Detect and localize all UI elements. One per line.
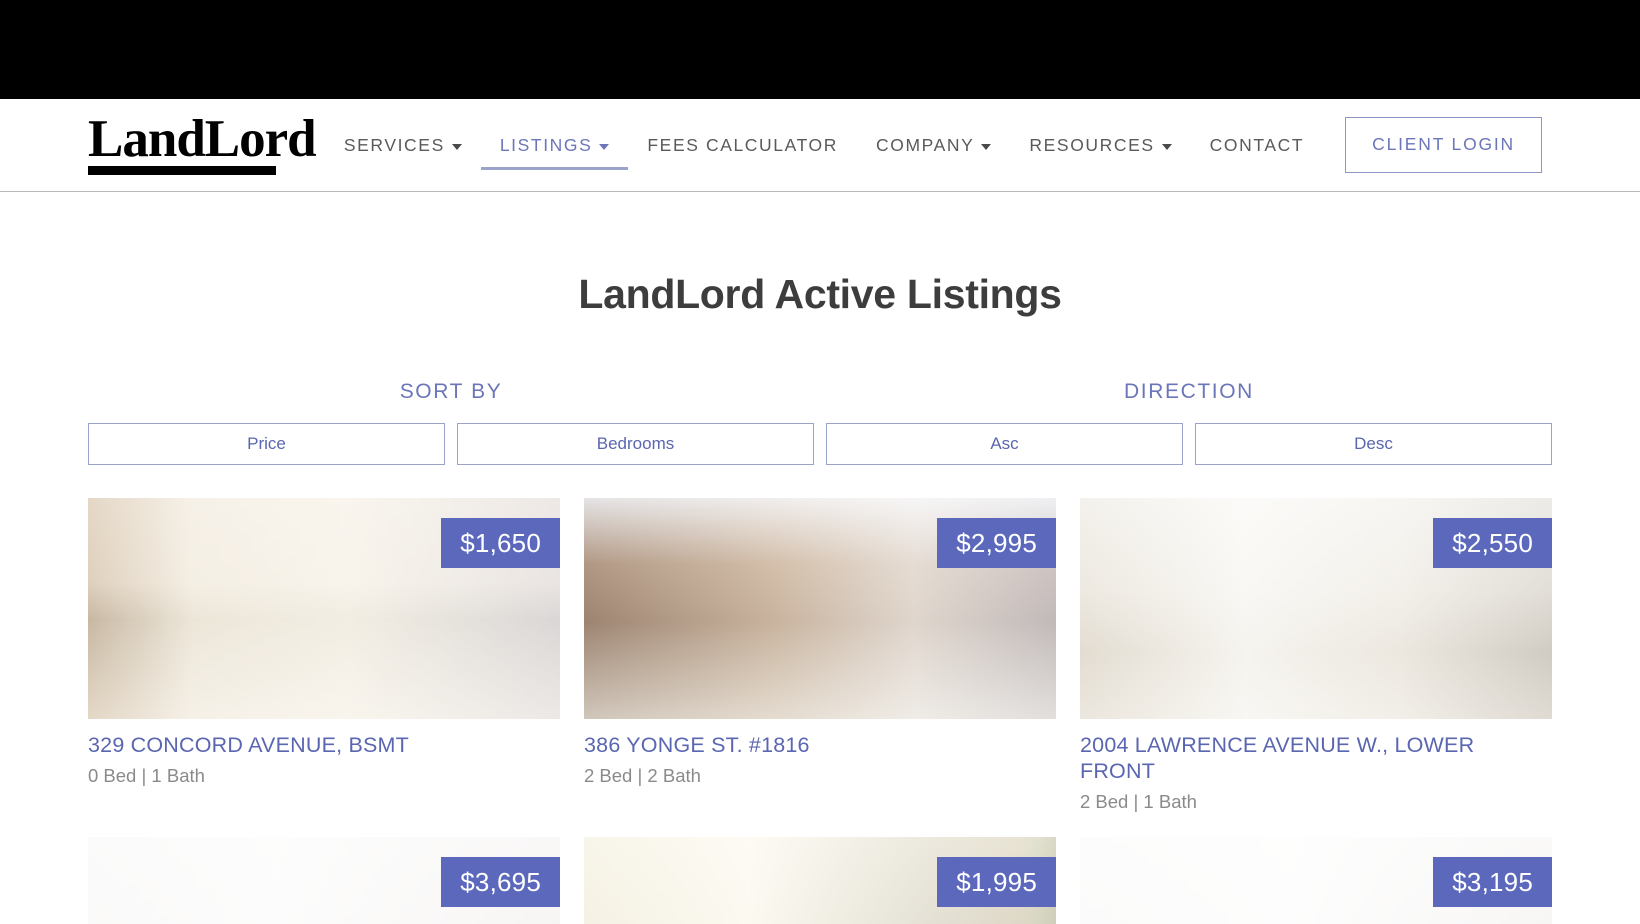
listing-title[interactable]: 329 CONCORD AVENUE, BSMT xyxy=(88,732,560,758)
chevron-down-icon xyxy=(981,143,992,150)
listing-card[interactable]: $2,550 2004 LAWRENCE AVENUE W., LOWER FR… xyxy=(1080,498,1552,813)
nav-item-resources[interactable]: RESOURCES xyxy=(1010,99,1190,192)
price-badge: $3,195 xyxy=(1433,857,1552,908)
nav-label-fees-calculator: FEES CALCULATOR xyxy=(647,134,839,155)
listing-title[interactable]: 386 YONGE ST. #1816 xyxy=(584,732,1056,758)
price-badge: $2,995 xyxy=(937,518,1056,568)
listings-grid: $1,650 329 CONCORD AVENUE, BSMT 0 Bed | … xyxy=(0,498,1640,924)
nav-item-listings[interactable]: LISTINGS xyxy=(480,99,629,192)
nav-label-contact: CONTACT xyxy=(1209,134,1305,155)
price-badge: $1,650 xyxy=(441,518,560,568)
direction-group: DIRECTION Asc Desc xyxy=(826,380,1552,465)
sort-by-group: SORT BY Price Bedrooms xyxy=(88,380,814,465)
price-badge: $2,550 xyxy=(1433,518,1552,568)
nav-item-company[interactable]: COMPANY xyxy=(857,99,1010,192)
listing-beds-baths: 2 Bed | 2 Bath xyxy=(584,765,701,787)
nav-label-listings: LISTINGS xyxy=(499,134,593,155)
listing-image[interactable]: $3,695 xyxy=(88,837,560,924)
listing-card[interactable]: $2,995 386 YONGE ST. #1816 2 Bed | 2 Bat… xyxy=(584,498,1056,813)
top-black-band xyxy=(0,0,1640,99)
listing-image[interactable]: $2,995 xyxy=(584,498,1056,719)
nav-label-resources: RESOURCES xyxy=(1029,134,1155,155)
logo-underline-bar xyxy=(88,166,276,176)
sort-bedrooms-button[interactable]: Bedrooms xyxy=(457,423,814,465)
logo-text: LandLord xyxy=(88,109,317,168)
sort-by-label: SORT BY xyxy=(399,380,503,403)
listing-beds-baths: 2 Bed | 1 Bath xyxy=(1080,791,1197,813)
listing-beds-baths: 0 Bed | 1 Bath xyxy=(88,765,205,787)
chevron-down-icon xyxy=(599,143,610,150)
listing-card[interactable]: $3,195 xyxy=(1080,837,1552,924)
listing-image[interactable]: $3,195 xyxy=(1080,837,1552,924)
site-header: LandLord SERVICES LISTINGS FEES CALCULAT… xyxy=(0,99,1640,192)
direction-label: DIRECTION xyxy=(1124,380,1254,403)
listing-image[interactable]: $1,995 xyxy=(584,837,1056,924)
listing-card[interactable]: $1,995 xyxy=(584,837,1056,924)
price-badge: $3,695 xyxy=(441,857,560,908)
direction-asc-button[interactable]: Asc xyxy=(826,423,1183,465)
listing-title[interactable]: 2004 LAWRENCE AVENUE W., LOWER FRONT xyxy=(1080,732,1552,784)
nav-item-fees-calculator[interactable]: FEES CALCULATOR xyxy=(628,99,857,192)
page-content: LandLord Active Listings SORT BY Price B… xyxy=(0,271,1640,924)
main-navigation: SERVICES LISTINGS FEES CALCULATOR COMPAN… xyxy=(325,99,1542,192)
listing-card[interactable]: $3,695 xyxy=(88,837,560,924)
nav-label-company: COMPANY xyxy=(876,134,975,155)
sort-by-buttons: Price Bedrooms xyxy=(88,423,814,465)
client-login-button[interactable]: CLIENT LOGIN xyxy=(1345,117,1542,173)
chevron-down-icon xyxy=(451,143,462,150)
direction-buttons: Asc Desc xyxy=(826,423,1552,465)
nav-label-services: SERVICES xyxy=(343,134,445,155)
listing-image[interactable]: $2,550 xyxy=(1080,498,1552,719)
nav-item-contact[interactable]: CONTACT xyxy=(1191,99,1323,192)
listing-controls: SORT BY Price Bedrooms DIRECTION Asc Des… xyxy=(0,380,1640,465)
chevron-down-icon xyxy=(1161,143,1172,150)
listing-card[interactable]: $1,650 329 CONCORD AVENUE, BSMT 0 Bed | … xyxy=(88,498,560,813)
direction-desc-button[interactable]: Desc xyxy=(1195,423,1552,465)
listing-image[interactable]: $1,650 xyxy=(88,498,560,719)
sort-price-button[interactable]: Price xyxy=(88,423,445,465)
price-badge: $1,995 xyxy=(937,857,1056,908)
nav-item-services[interactable]: SERVICES xyxy=(325,99,481,192)
site-logo[interactable]: LandLord xyxy=(88,109,317,176)
page-title: LandLord Active Listings xyxy=(578,271,1062,317)
